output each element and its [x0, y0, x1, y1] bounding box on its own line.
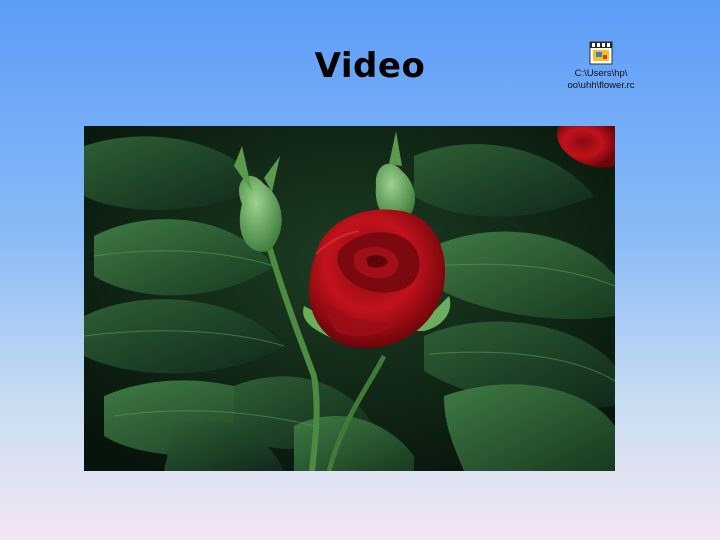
embedded-video-file-shortcut[interactable]: C:\Users\hp\ oo\uhh\flower.rc — [556, 40, 646, 92]
video-player-frame[interactable] — [84, 126, 615, 471]
file-path-line-1: C:\Users\hp\ — [574, 68, 628, 79]
file-path-line-2: oo\uhh\flower.rc — [567, 80, 635, 91]
slide-title: Video — [314, 46, 426, 86]
rose-video-still — [84, 126, 615, 471]
video-clip-icon[interactable] — [588, 40, 614, 66]
